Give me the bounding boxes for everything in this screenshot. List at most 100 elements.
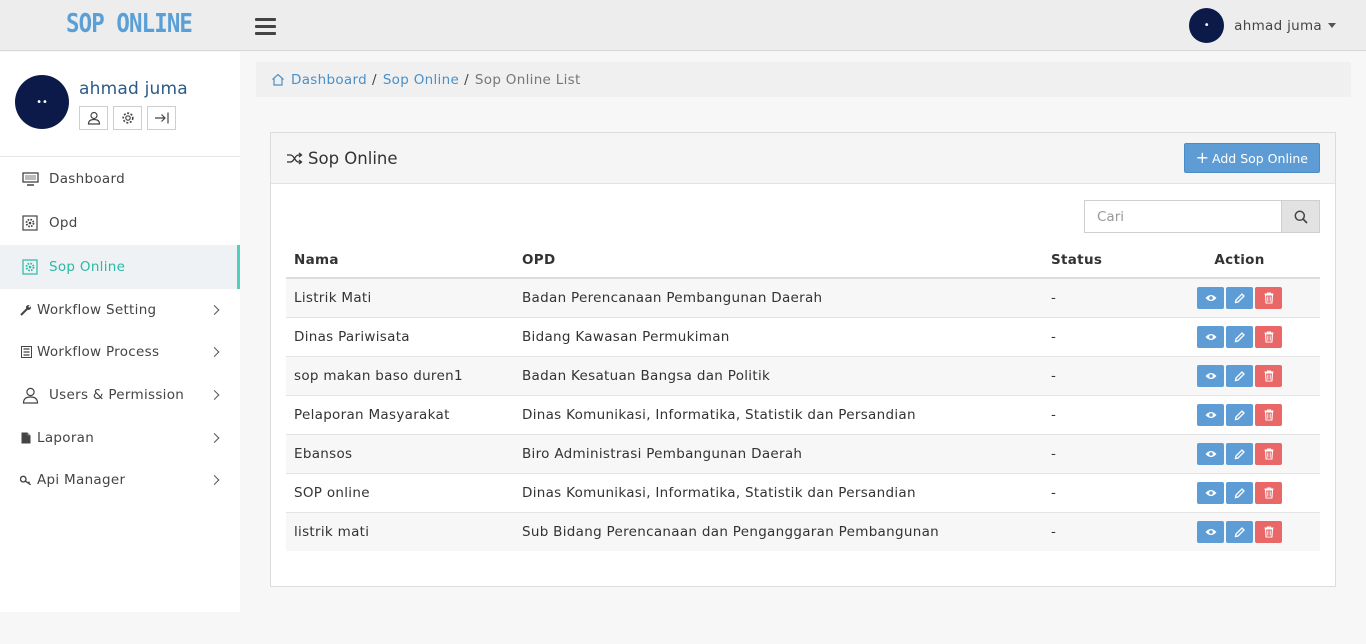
list-icon [20,344,32,360]
wrench-icon [20,302,32,318]
search-icon [1294,210,1308,224]
view-button[interactable] [1197,286,1224,309]
sidebar-item-laporan[interactable]: Laporan [0,417,240,459]
cell-actions [1159,316,1320,356]
app-logo[interactable]: SOP ONLINE [66,9,193,39]
cell-actions [1159,394,1320,434]
cell-status: - [1043,433,1159,473]
delete-button[interactable] [1255,442,1282,465]
view-button[interactable] [1197,442,1224,465]
sidebar-item-workflow-process[interactable]: Workflow Process [0,331,240,373]
sidebar-toggle-icon[interactable] [255,18,276,35]
logout-button[interactable] [147,106,176,130]
sidebar-item-workflow-setting[interactable]: Workflow Setting [0,289,240,331]
table-row: listrik mati Sub Bidang Perencanaan dan P… [286,511,1320,551]
column-header-status: Status [1043,243,1159,279]
sidebar-item-users-permission[interactable]: Users & Permission [0,373,240,417]
sidebar-profile: •• ahmad juma [0,52,240,157]
edit-button[interactable] [1226,481,1253,504]
table-row: Dinas Pariwisata Bidang Kawasan Permukima… [286,316,1320,356]
sop-online-table: Nama OPD Status Action Listrik Mati Badan… [286,243,1320,551]
edit-button[interactable] [1226,364,1253,387]
file-icon [20,430,32,446]
sidebar-item-opd[interactable]: Opd [0,201,240,245]
view-button[interactable] [1197,325,1224,348]
cog-square-icon [20,215,40,231]
sidebar-item-label: Laporan [37,430,95,446]
caret-down-icon [1328,23,1336,28]
delete-button[interactable] [1255,520,1282,543]
delete-button[interactable] [1255,364,1282,387]
edit-button[interactable] [1226,325,1253,348]
cell-nama: listrik mati [286,511,514,551]
delete-button[interactable] [1255,481,1282,504]
sidebar-item-api-manager[interactable]: Api Manager [0,459,240,501]
profile-user-button[interactable] [79,106,108,130]
sidebar-item-label: Api Manager [37,472,126,488]
monitor-icon [20,171,40,187]
profile-settings-button[interactable] [113,106,142,130]
breadcrumb-current: Sop Online List [474,71,581,88]
panel-title-text: Sop Online [308,149,398,168]
cell-opd: Badan Perencanaan Pembangunan Daerah [514,278,1043,317]
key-icon [20,472,32,488]
breadcrumb-dashboard-link[interactable]: Dashboard [291,72,367,88]
cell-opd: Biro Administrasi Pembangunan Daerah [514,433,1043,473]
cell-nama: Pelaporan Masyarakat [286,394,514,434]
sidebar: •• ahmad juma Dashboard Opd Sop Online W… [0,52,240,612]
view-button[interactable] [1197,403,1224,426]
edit-button[interactable] [1226,403,1253,426]
view-button[interactable] [1197,481,1224,504]
sop-online-panel: Sop Online + Add Sop Online Nama OPD Sta… [270,132,1336,587]
edit-button[interactable] [1226,286,1253,309]
cell-actions [1159,355,1320,395]
delete-button[interactable] [1255,286,1282,309]
add-sop-online-button[interactable]: + Add Sop Online [1183,143,1320,173]
view-button[interactable] [1197,364,1224,387]
cog-square-icon [20,259,40,275]
cell-opd: Badan Kesatuan Bangsa dan Politik [514,355,1043,395]
sidebar-item-label: Sop Online [49,259,126,275]
table-row: sop makan baso duren1 Badan Kesatuan Bang… [286,355,1320,395]
table-row: SOP online Dinas Komunikasi, Informatika,… [286,472,1320,512]
cell-actions [1159,278,1320,317]
delete-button[interactable] [1255,325,1282,348]
search-input[interactable] [1084,200,1281,233]
plus-icon: + [1195,148,1210,167]
top-navbar: SOP ONLINE • ahmad juma [0,0,1366,51]
cell-nama: Ebansos [286,433,514,473]
logout-icon [154,112,169,124]
cell-actions [1159,472,1320,512]
edit-button[interactable] [1226,520,1253,543]
gear-icon [121,112,134,124]
user-icon [20,387,40,404]
avatar: • [1189,8,1225,43]
cell-opd: Sub Bidang Perencanaan dan Penganggaran … [514,511,1043,551]
sidebar-item-label: Workflow Process [37,344,160,360]
user-menu-dropdown[interactable]: • ahmad juma [1189,8,1336,43]
edit-button[interactable] [1226,442,1253,465]
cell-status: - [1043,511,1159,551]
user-name: ahmad juma [1234,17,1322,34]
cell-actions [1159,511,1320,551]
table-row: Pelaporan Masyarakat Dinas Komunikasi, In… [286,394,1320,434]
cell-status: - [1043,472,1159,512]
sidebar-item-sop-online[interactable]: Sop Online [0,245,240,289]
column-header-opd: OPD [514,243,1043,279]
breadcrumb-sop-online-link[interactable]: Sop Online [383,72,459,88]
shuffle-icon [287,152,303,165]
sidebar-item-label: Dashboard [49,171,125,187]
chevron-right-icon [209,305,220,315]
delete-button[interactable] [1255,403,1282,426]
cell-nama: sop makan baso duren1 [286,355,514,395]
search-button[interactable] [1281,200,1320,233]
cell-opd: Dinas Komunikasi, Informatika, Statistik… [514,472,1043,512]
sidebar-item-label: Users & Permission [49,387,185,403]
view-button[interactable] [1197,520,1224,543]
cell-nama: Listrik Mati [286,278,514,317]
home-icon [272,73,284,86]
sidebar-item-dashboard[interactable]: Dashboard [0,157,240,201]
chevron-right-icon [209,390,220,400]
profile-avatar: •• [15,75,69,129]
cell-opd: Bidang Kawasan Permukiman [514,316,1043,356]
